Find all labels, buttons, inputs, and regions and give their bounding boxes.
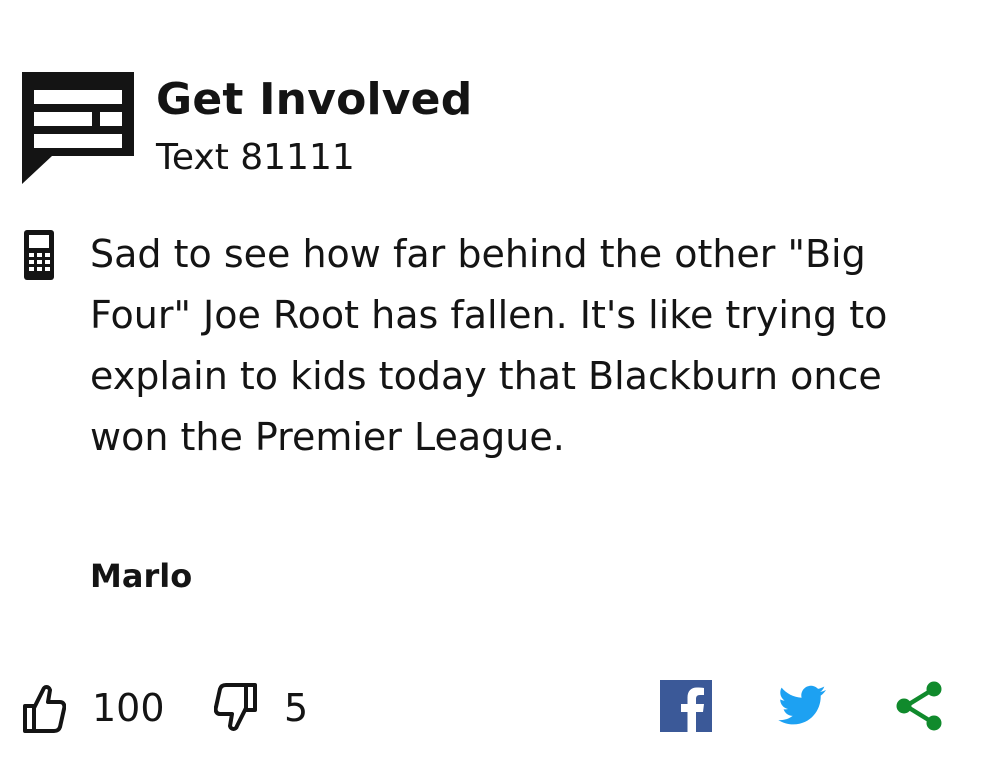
header-text: Get Involved Text 81111 — [156, 72, 472, 180]
mobile-phone-icon — [24, 230, 54, 280]
actions-bar: 100 5 — [22, 676, 952, 740]
twitter-icon[interactable] — [776, 680, 828, 732]
dislike-count: 5 — [284, 686, 309, 730]
thumbs-down-icon — [214, 683, 257, 731]
thumbs-up-icon — [23, 685, 66, 733]
share-icon[interactable] — [894, 680, 946, 732]
dislike-button[interactable]: 5 — [214, 676, 308, 740]
message-author: Marlo — [90, 557, 193, 595]
facebook-icon[interactable] — [660, 680, 712, 732]
get-involved-card: Get Involved Text 81111 Sad to see how f… — [0, 0, 1000, 766]
like-count: 100 — [92, 686, 165, 730]
message: Sad to see how far behind the other "Big… — [22, 224, 910, 468]
header: Get Involved Text 81111 — [22, 72, 472, 184]
like-button[interactable]: 100 — [22, 676, 165, 740]
speech-bubble-icon — [22, 72, 134, 184]
message-text: Sad to see how far behind the other "Big… — [90, 232, 888, 459]
page-title: Get Involved — [156, 74, 473, 125]
page-subtitle: Text 81111 — [156, 137, 355, 178]
